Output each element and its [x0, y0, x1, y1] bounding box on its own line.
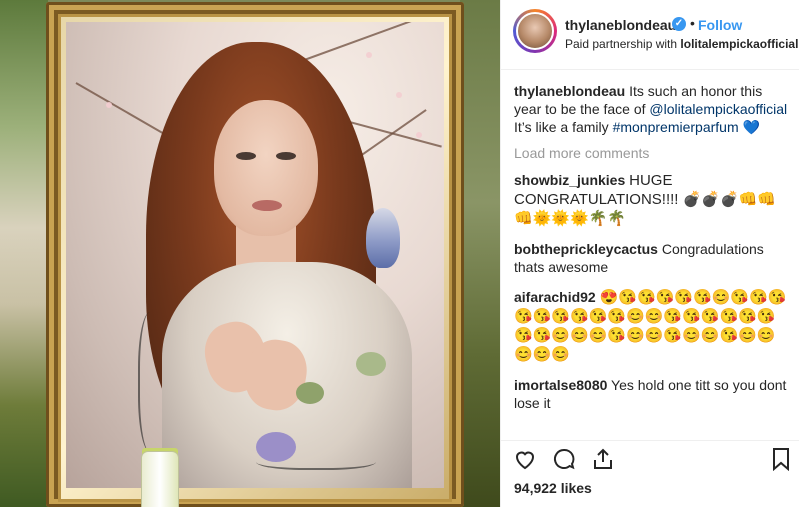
budgie-bird: [366, 208, 400, 268]
caption: thylaneblondeau Its such an honor this y…: [514, 82, 792, 136]
comment-item: showbiz_junkies HUGE CONGRATULATIONS!!!!…: [514, 171, 792, 228]
avatar[interactable]: [516, 12, 554, 50]
caption-username[interactable]: thylaneblondeau: [514, 83, 625, 99]
comment-item: bobthepricklеycactus Congradulations tha…: [514, 240, 792, 276]
artist-signature: [138, 312, 168, 452]
comment-username[interactable]: bobthepricklеycactus: [514, 241, 658, 257]
partner-link[interactable]: lolitalempickaofficial: [680, 37, 798, 51]
comment-username[interactable]: imortalse8080: [514, 377, 607, 393]
likes-count[interactable]: 94,922 likes: [514, 480, 592, 496]
header-username[interactable]: thylaneblondeau: [565, 17, 676, 33]
comment-username[interactable]: aifarachid92: [514, 289, 596, 305]
comments-list: thylaneblondeau Its such an honor this y…: [514, 82, 792, 424]
verified-badge-icon: ✓: [672, 17, 686, 31]
comment-item: imortalse8080 Yes hold one titt so you d…: [514, 376, 792, 412]
comment-bubble-icon[interactable]: [552, 447, 576, 471]
caption-mention[interactable]: @lolitalempickaofficial: [649, 101, 787, 117]
portrait-painting: [66, 22, 444, 488]
follow-button[interactable]: Follow: [698, 17, 742, 33]
post-header: thylaneblondeau ✓ • Follow Paid partners…: [501, 0, 799, 70]
load-more-comments-button[interactable]: Load more comments: [514, 144, 792, 162]
post-photo[interactable]: [0, 0, 500, 507]
heart-outline-icon[interactable]: [513, 447, 537, 471]
paid-partnership: Paid partnership with lolitalempickaoffi…: [565, 37, 798, 51]
caption-hashtag[interactable]: #monpremierparfum: [613, 119, 739, 135]
background-trees-left: [0, 0, 48, 507]
share-upload-icon[interactable]: [591, 447, 615, 471]
bookmark-icon[interactable]: [769, 447, 793, 472]
partnership-prefix: Paid partnership with: [565, 37, 678, 51]
comment-item: aifarachid92 😍😘😘😘😘😘😊😘😘😘😘😘😘😘😘😘😊😊😘😘😘😘😘😘😘😘😊…: [514, 288, 792, 364]
separator-dot: •: [690, 15, 695, 31]
blue-heart-emoji: 💙: [742, 119, 760, 135]
brand-signature: [256, 450, 376, 470]
action-bar: [501, 440, 799, 472]
caption-text-2: It’s like a family: [514, 119, 609, 135]
portrait-face: [214, 100, 318, 236]
background-trees-right: [460, 0, 500, 507]
comment-username[interactable]: showbiz_junkies: [514, 172, 625, 188]
perfume-tube: [142, 452, 178, 507]
post-sidebar: thylaneblondeau ✓ • Follow Paid partners…: [500, 0, 799, 507]
